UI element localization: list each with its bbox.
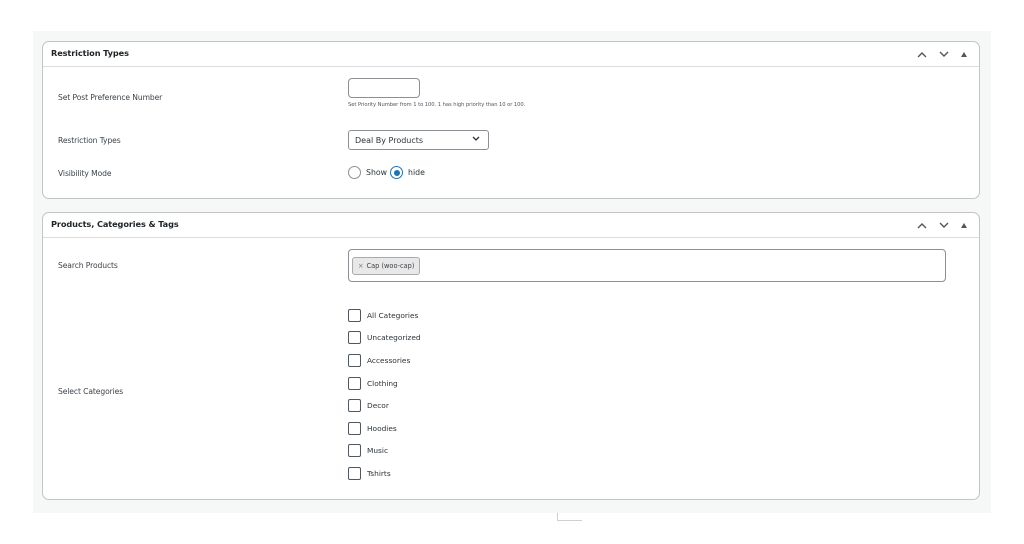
category-checkbox[interactable] — [348, 444, 361, 458]
panel-title: Restriction Types — [51, 48, 129, 58]
restriction-types-panel: Restriction Types Set Post Preference Nu… — [42, 41, 980, 199]
category-checkbox[interactable] — [348, 421, 361, 435]
toggle-panel-button[interactable] — [955, 217, 973, 233]
restriction-types-panel-header: Restriction Types — [43, 42, 979, 67]
search-products-label: Search Products — [58, 261, 118, 270]
category-label: Decor — [367, 401, 389, 411]
products-categories-tags-panel: Products, Categories & Tags Search Produ… — [42, 212, 980, 500]
postbox-container: Restriction Types Set Post Preference Nu… — [33, 31, 991, 513]
restriction-types-select[interactable]: Deal By Products — [348, 130, 489, 150]
chevron-down-icon — [939, 51, 949, 57]
category-item[interactable]: Accessories — [348, 349, 421, 372]
move-down-button[interactable] — [933, 217, 955, 233]
category-checkbox[interactable] — [348, 353, 361, 367]
product-token-label: Cap (woo-cap) — [366, 262, 415, 270]
category-checkbox[interactable] — [348, 399, 361, 413]
categories-list: All Categories Uncategorized Accessories… — [348, 304, 421, 485]
category-label: Uncategorized — [367, 333, 421, 343]
category-label: Clothing — [367, 378, 398, 388]
category-label: Tshirts — [367, 468, 391, 478]
category-label: All Categories — [367, 310, 419, 320]
radio-show[interactable] — [348, 166, 361, 179]
radio-hide-label: hide — [408, 168, 425, 177]
move-up-button[interactable] — [911, 217, 933, 233]
panel-title: Products, Categories & Tags — [51, 219, 179, 229]
restriction-types-label: Restriction Types — [58, 136, 121, 145]
move-up-button[interactable] — [911, 46, 933, 62]
category-checkbox[interactable] — [348, 466, 361, 480]
category-checkbox[interactable] — [348, 376, 361, 390]
category-item[interactable]: Tshirts — [348, 462, 421, 485]
products-panel-header: Products, Categories & Tags — [43, 213, 979, 238]
category-checkbox[interactable] — [348, 331, 361, 345]
select-categories-label: Select Categories — [58, 387, 124, 396]
visibility-mode-label: Visibility Mode — [58, 169, 112, 178]
category-item[interactable]: Uncategorized — [348, 327, 421, 350]
remove-token-icon[interactable]: × — [358, 262, 364, 270]
category-label: Music — [367, 446, 389, 456]
visibility-mode-options: Show hide — [348, 166, 428, 179]
product-token[interactable]: × Cap (woo-cap) — [352, 257, 421, 275]
category-item[interactable]: Hoodies — [348, 417, 421, 440]
radio-show-label: Show — [366, 168, 388, 177]
restriction-types-selected: Deal By Products — [355, 136, 424, 145]
chevron-up-icon — [917, 222, 927, 228]
category-checkbox[interactable] — [348, 308, 361, 322]
search-products-input[interactable]: × Cap (woo-cap) — [348, 249, 946, 282]
chevron-down-icon — [472, 136, 480, 141]
category-item[interactable]: All Categories — [348, 304, 421, 327]
chevron-down-icon — [939, 222, 949, 228]
category-label: Accessories — [367, 355, 411, 365]
category-item[interactable]: Music — [348, 440, 421, 463]
move-down-button[interactable] — [933, 46, 955, 62]
triangle-up-icon — [961, 222, 967, 228]
category-label: Hoodies — [367, 423, 397, 433]
triangle-up-icon — [961, 51, 967, 57]
category-item[interactable]: Clothing — [348, 372, 421, 395]
post-preference-input[interactable] — [348, 78, 420, 98]
radio-hide[interactable] — [390, 166, 404, 179]
panel-actions — [911, 217, 973, 233]
priority-hint: Set Priority Number from 1 to 100. 1 has… — [348, 102, 526, 108]
chevron-up-icon — [917, 51, 927, 57]
post-preference-label: Set Post Preference Number — [58, 93, 163, 102]
toggle-panel-button[interactable] — [955, 46, 973, 62]
category-item[interactable]: Decor — [348, 394, 421, 417]
panel-actions — [911, 46, 973, 62]
resize-handle — [557, 513, 582, 521]
